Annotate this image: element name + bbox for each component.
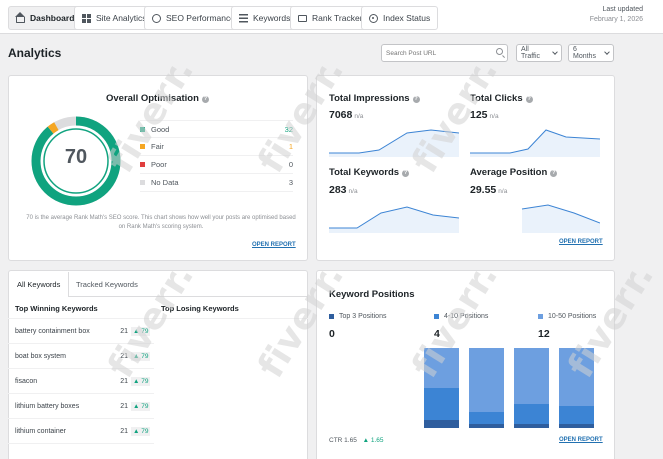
- open-report-link[interactable]: OPEN REPORT: [559, 239, 603, 245]
- legend-10-50: 10-50 Positions: [538, 313, 596, 320]
- position-value: 29.55 n/a: [470, 184, 508, 196]
- help-icon[interactable]: ?: [412, 96, 420, 103]
- tab-keywords[interactable]: Keywords: [231, 6, 299, 30]
- top-nav: Dashboard Site Analytics SEO Performance…: [0, 0, 663, 34]
- legend-swatch: [140, 180, 145, 185]
- keywords-value: 283 n/a: [329, 184, 358, 196]
- keywords-title: Total Keywords?: [329, 167, 410, 178]
- seo-icon: [152, 13, 161, 23]
- tab-dashboard[interactable]: Dashboard: [8, 6, 83, 30]
- help-icon[interactable]: ?: [525, 96, 533, 103]
- tab-tracked-keywords[interactable]: Tracked Keywords: [68, 272, 146, 296]
- score-value: 70: [64, 146, 88, 168]
- table-row[interactable]: battery containment box 21 ▲ 79: [8, 319, 154, 344]
- search-icon[interactable]: [496, 48, 503, 55]
- tab-rank-tracker[interactable]: Rank Tracker: [290, 6, 371, 30]
- help-icon[interactable]: ?: [402, 170, 410, 177]
- list-icon: [239, 13, 248, 23]
- legend-swatch: [538, 314, 543, 319]
- tab-seo-performance[interactable]: SEO Performance: [144, 6, 243, 30]
- bar-segment-4-10: [469, 412, 504, 424]
- legend-swatch: [329, 314, 334, 319]
- search-input[interactable]: [381, 44, 508, 62]
- bar-segment-4-10: [424, 388, 459, 424]
- range-select[interactable]: 6 Months: [568, 44, 614, 62]
- table-row[interactable]: boat box system 21 ▲ 79: [8, 344, 154, 369]
- legend-poor: Poor 0: [140, 156, 293, 174]
- impressions-title: Total Impressions?: [329, 93, 420, 104]
- sparkline-area: [329, 207, 459, 233]
- bar-segment-4-10: [559, 406, 594, 426]
- last-updated: Last updated February 1, 2026: [589, 6, 643, 23]
- ctr-stat: CTR 1.65 ▲ 1.65: [329, 437, 384, 444]
- page-title: Analytics: [8, 46, 62, 60]
- bar-segment-top3: [469, 424, 504, 428]
- clicks-sparkline: [470, 129, 600, 157]
- bar-1: [424, 348, 459, 428]
- keywords-sparkline: [329, 206, 459, 233]
- legend-no-data: No Data 3: [140, 174, 293, 192]
- position-title: Average Position?: [470, 167, 558, 178]
- legend-good: Good 32: [140, 120, 293, 138]
- legend-top3: Top 3 Positions: [329, 313, 386, 320]
- losing-header: Top Losing Keywords: [161, 304, 239, 313]
- positions-bars: [424, 348, 594, 428]
- table-row[interactable]: lithium battery boxes 21 ▲ 79: [8, 394, 154, 419]
- bar-segment-top3: [424, 420, 459, 428]
- clicks-value: 125 n/a: [470, 109, 499, 121]
- tab-site-analytics[interactable]: Site Analytics: [74, 6, 155, 30]
- legend-swatch: [140, 144, 145, 149]
- help-icon[interactable]: ?: [550, 170, 558, 177]
- keyword-positions-title: Keyword Positions: [329, 289, 415, 300]
- clicks-title: Total Clicks?: [470, 93, 533, 104]
- monitor-icon: [298, 14, 307, 22]
- home-icon: [15, 11, 25, 23]
- tab-all-keywords[interactable]: All Keywords: [9, 272, 70, 296]
- impressions-sparkline: [329, 129, 459, 157]
- bar-segment-top3: [514, 424, 549, 428]
- bar-2: [469, 348, 504, 428]
- 10-50-count: 12: [538, 328, 550, 340]
- position-sparkline: [521, 204, 600, 233]
- legend-swatch: [140, 162, 145, 167]
- open-report-link[interactable]: OPEN REPORT: [252, 242, 296, 248]
- legend-fair: Fair 1: [140, 138, 293, 156]
- index-icon: [369, 13, 378, 23]
- tab-divider: [68, 296, 308, 297]
- bar-4: [559, 348, 594, 428]
- table-row[interactable]: lithium container 21 ▲ 79: [8, 419, 154, 444]
- open-report-link[interactable]: OPEN REPORT: [559, 437, 603, 443]
- bar-3: [514, 348, 549, 428]
- bar-segment-top3: [559, 424, 594, 428]
- legend-4-10: 4-10 Positions: [434, 313, 488, 320]
- grid-icon: [82, 13, 91, 23]
- table-row[interactable]: fisacon 21 ▲ 79: [8, 369, 154, 394]
- bar-segment-4-10: [514, 404, 549, 424]
- top3-count: 0: [329, 328, 335, 340]
- help-icon[interactable]: ?: [201, 96, 209, 103]
- chevron-down-icon: [604, 49, 610, 55]
- impressions-value: 7068 n/a: [329, 109, 364, 121]
- legend-swatch: [434, 314, 439, 319]
- 4-10-count: 4: [434, 328, 440, 340]
- legend-swatch: [140, 126, 145, 132]
- tab-index-status[interactable]: Index Status: [361, 6, 439, 30]
- optimisation-note: 70 is the average Rank Math's SEO score.…: [26, 215, 296, 230]
- optimisation-title: Overall Optimisation?: [106, 93, 209, 104]
- chevron-down-icon: [552, 49, 558, 55]
- traffic-select[interactable]: All Traffic: [516, 44, 562, 62]
- winning-header: Top Winning Keywords: [15, 304, 98, 313]
